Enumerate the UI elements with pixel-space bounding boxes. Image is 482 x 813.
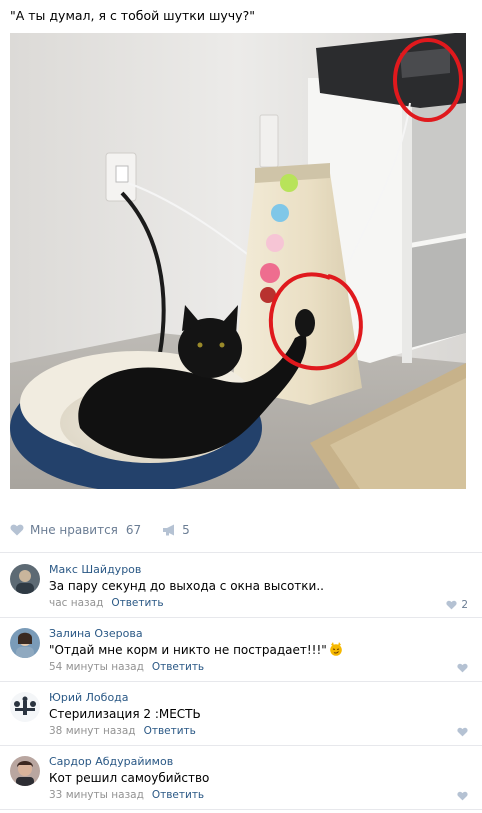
heart-icon — [457, 727, 468, 737]
like-label: Мне нравится — [30, 523, 118, 537]
divider — [0, 809, 482, 810]
reply-link[interactable]: Ответить — [144, 725, 196, 737]
comment-item: Залина Озерова "Отдай мне корм и никто н… — [0, 618, 482, 682]
share-button[interactable]: 5 — [162, 523, 190, 537]
comment-meta: час назад Ответить — [49, 596, 164, 610]
comment-like-button[interactable] — [457, 791, 468, 801]
post-actions: Мне нравится 67 5 — [10, 520, 190, 540]
comment-time[interactable]: 33 минуты назад — [49, 789, 144, 801]
comment-like-button[interactable]: 2 — [446, 599, 468, 611]
comment-author[interactable]: Юрий Лобода — [49, 691, 129, 705]
comment-text: Стерилизация 2 :МЕСТЬ — [49, 707, 201, 721]
reply-link[interactable]: Ответить — [152, 661, 204, 673]
heart-icon — [457, 663, 468, 673]
like-button[interactable]: Мне нравится 67 — [10, 523, 141, 537]
comment-meta: 38 минут назад Ответить — [49, 724, 196, 738]
heart-icon — [446, 600, 457, 610]
comment-text: За пару секунд до выхода с окна высотки.… — [49, 579, 324, 593]
comment-author[interactable]: Залина Озерова — [49, 627, 143, 641]
comment-author[interactable]: Макс Шайдуров — [49, 563, 141, 577]
share-count: 5 — [182, 523, 190, 537]
comment-text: "Отдай мне корм и никто не пострадает!!!… — [49, 642, 343, 658]
comment-item: Сардор Абдурайимов Кот решил самоубийств… — [0, 746, 482, 810]
avatar[interactable] — [10, 692, 40, 722]
comment-like-button[interactable] — [457, 727, 468, 737]
smirking-cat-emoji-icon — [330, 642, 342, 656]
heart-icon — [10, 524, 24, 536]
avatar[interactable] — [10, 564, 40, 594]
heart-icon — [457, 791, 468, 801]
comment-like-button[interactable] — [457, 663, 468, 673]
comment-text-content: "Отдай мне корм и никто не пострадает!!!… — [49, 643, 327, 657]
post-text: "А ты думал, я с тобой шутки шучу?" — [10, 8, 255, 23]
avatar[interactable] — [10, 756, 40, 786]
megaphone-icon — [163, 524, 175, 536]
comment-item: Макс Шайдуров За пару секунд до выхода с… — [0, 554, 482, 618]
reply-link[interactable]: Ответить — [152, 789, 204, 801]
avatar[interactable] — [10, 628, 40, 658]
comment-author[interactable]: Сардор Абдурайимов — [49, 755, 173, 769]
comment-time[interactable]: 54 минуты назад — [49, 661, 144, 673]
comment-like-count: 2 — [461, 599, 468, 611]
divider — [0, 552, 482, 553]
like-count: 67 — [125, 523, 142, 537]
comment-text: Кот решил самоубийство — [49, 771, 210, 785]
comment-item: Юрий Лобода Стерилизация 2 :МЕСТЬ 38 мин… — [0, 682, 482, 746]
reply-link[interactable]: Ответить — [111, 597, 163, 609]
comment-time[interactable]: час назад — [49, 597, 103, 609]
comment-meta: 33 минуты назад Ответить — [49, 788, 204, 802]
comment-time[interactable]: 38 минут назад — [49, 725, 136, 737]
comment-meta: 54 минуты назад Ответить — [49, 660, 204, 674]
post-photo[interactable] — [10, 33, 466, 489]
